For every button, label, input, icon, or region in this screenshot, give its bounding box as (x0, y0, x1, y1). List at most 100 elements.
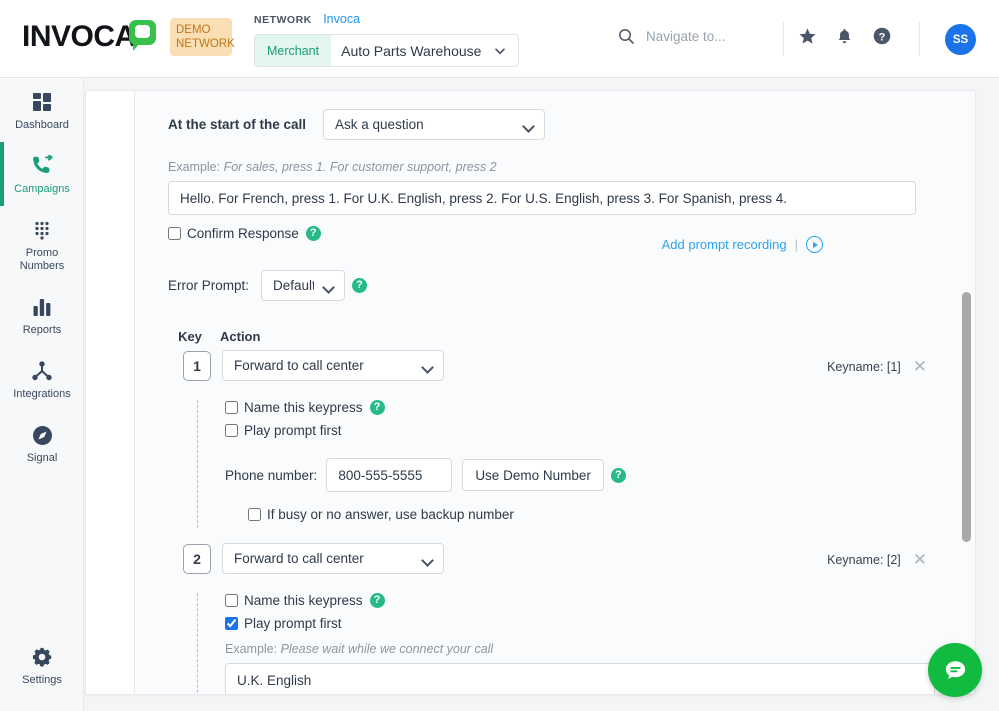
sidebar-item-dashboard[interactable]: Dashboard (0, 78, 84, 142)
keyname-group: Keyname: [2] ✕ (827, 551, 927, 568)
start-of-call-row: At the start of the call Ask a question (168, 109, 951, 140)
network-label: NETWORK (254, 14, 312, 26)
key2-example-prefix: Example: (225, 642, 277, 656)
invoca-logo[interactable]: INVOCA (22, 22, 156, 52)
prompt-text-input[interactable] (168, 181, 916, 215)
compass-icon (2, 423, 82, 447)
recording-separator: | (795, 237, 798, 252)
merchant-selector[interactable]: Merchant Auto Parts Warehouse (254, 34, 519, 67)
confirm-and-recording-row: Confirm Response ? Add prompt recording … (168, 226, 951, 241)
avatar[interactable]: SS (945, 24, 976, 55)
sidebar-item-settings[interactable]: Settings (0, 633, 84, 697)
backup-number-label[interactable]: If busy or no answer, use backup number (267, 507, 514, 522)
phone-number-row: Phone number: Use Demo Number ? (225, 458, 951, 492)
sidebar-item-campaigns[interactable]: Campaigns (0, 142, 84, 206)
start-of-call-label: At the start of the call (168, 117, 306, 132)
confirm-response-label[interactable]: Confirm Response (187, 226, 299, 241)
help-badge-icon[interactable]: ? (370, 400, 385, 415)
sidebar-item-reports[interactable]: Reports (0, 283, 84, 347)
chat-widget-button[interactable] (928, 643, 982, 697)
help-badge-icon[interactable]: ? (611, 468, 626, 483)
add-prompt-recording-group: Add prompt recording | (662, 236, 823, 253)
confirm-response-checkbox[interactable] (168, 227, 181, 240)
play-prompt-checkbox[interactable] (225, 617, 238, 630)
sidebar-item-label: Integrations (2, 388, 82, 401)
left-sidebar: Dashboard Campaigns Promo Numbers Report… (0, 78, 84, 711)
use-demo-number-button[interactable]: Use Demo Number (462, 459, 604, 491)
keyname-group: Keyname: [1] ✕ (827, 358, 927, 375)
svg-text:?: ? (879, 31, 886, 43)
name-keypress-checkbox[interactable] (225, 594, 238, 607)
header-divider-2 (919, 22, 920, 56)
name-keypress-checkbox[interactable] (225, 401, 238, 414)
play-prompt-checkbox[interactable] (225, 424, 238, 437)
sidebar-item-label: Dashboard (2, 119, 82, 132)
key-connector-line (197, 593, 198, 695)
keypad-dots-icon (2, 218, 82, 242)
panel-scrollbar-track[interactable] (962, 97, 971, 690)
close-x-icon[interactable]: ✕ (913, 551, 927, 568)
play-prompt-label[interactable]: Play prompt first (244, 423, 342, 438)
network-name-link[interactable]: Invoca (323, 12, 360, 26)
search-input[interactable] (644, 28, 754, 45)
key-connector-line (197, 400, 198, 528)
chevron-down-icon (494, 35, 518, 66)
start-of-call-select[interactable]: Ask a question (323, 109, 545, 140)
key-column-header: Key (168, 329, 212, 344)
star-icon[interactable] (798, 27, 817, 46)
header-icon-group: ? (798, 26, 892, 46)
keyname-text: Keyname: [2] (827, 553, 901, 567)
key-row-2: 2 Forward to call center Keyname: [2] ✕ (168, 543, 951, 574)
panel-scrollbar-thumb[interactable] (962, 292, 971, 542)
confirm-response-row: Confirm Response ? (168, 226, 951, 241)
help-badge-icon[interactable]: ? (370, 593, 385, 608)
ivr-settings-panel: At the start of the call Ask a question … (134, 91, 976, 695)
dashboard-grid-icon (2, 90, 82, 114)
keypress-block-1: 1 Forward to call center Keyname: [1] ✕ (168, 350, 951, 528)
prompt-example-line: Example: For sales, press 1. For custome… (168, 160, 951, 174)
key-body-1: Name this keypress ? Play prompt first P… (168, 400, 951, 528)
name-keypress-row: Name this keypress ? (225, 400, 951, 415)
add-prompt-recording-link[interactable]: Add prompt recording (662, 237, 787, 252)
name-keypress-label[interactable]: Name this keypress (244, 400, 363, 415)
error-prompt-select-wrap: Default (261, 270, 345, 301)
name-keypress-label[interactable]: Name this keypress (244, 593, 363, 608)
key-action-header: Key Action (168, 329, 951, 344)
error-prompt-select[interactable]: Default (261, 270, 345, 301)
key-action-select[interactable]: Forward to call center (222, 350, 444, 381)
notifications-bell-icon[interactable] (835, 27, 854, 46)
key2-prompt-input[interactable] (225, 663, 935, 695)
gear-icon (2, 645, 82, 669)
sidebar-item-signal[interactable]: Signal (0, 411, 84, 475)
sidebar-item-promo-numbers[interactable]: Promo Numbers (0, 206, 84, 283)
play-prompt-label[interactable]: Play prompt first (244, 616, 342, 631)
ivr-scroll-content: At the start of the call Ask a question … (135, 91, 976, 695)
help-circle-icon[interactable]: ? (872, 26, 892, 46)
sidebar-item-label: Campaigns (2, 183, 82, 196)
play-circle-icon[interactable] (806, 236, 823, 253)
close-x-icon[interactable]: ✕ (913, 358, 927, 375)
phone-number-input[interactable] (326, 458, 452, 492)
prompt-example-text: For sales, press 1. For customer support… (224, 160, 497, 174)
prompt-example-prefix: Example: (168, 160, 220, 174)
key-body-2: Name this keypress ? Play prompt first E… (168, 593, 951, 695)
key2-example-line: Example: Please wait while we connect yo… (225, 642, 951, 656)
sidebar-item-integrations[interactable]: Integrations (0, 347, 84, 411)
help-badge-icon[interactable]: ? (306, 226, 321, 241)
key-action-select-wrap: Forward to call center (222, 543, 444, 574)
logo-wordmark: INVOCA (22, 22, 136, 52)
play-prompt-row: Play prompt first (225, 423, 951, 438)
backup-number-checkbox[interactable] (248, 508, 261, 521)
name-keypress-row: Name this keypress ? (225, 593, 951, 608)
key-digit-box[interactable]: 1 (183, 351, 211, 381)
backup-number-row: If busy or no answer, use backup number (225, 507, 951, 522)
help-badge-icon[interactable]: ? (352, 278, 367, 293)
key-digit-box[interactable]: 2 (183, 544, 211, 574)
global-search[interactable] (618, 28, 768, 45)
key-action-select-wrap: Forward to call center (222, 350, 444, 381)
start-of-call-select-wrap: Ask a question (323, 109, 545, 140)
content-card: At the start of the call Ask a question … (85, 90, 976, 695)
integrations-node-icon (2, 359, 82, 383)
key2-example-text: Please wait while we connect your call (281, 642, 494, 656)
key-action-select[interactable]: Forward to call center (222, 543, 444, 574)
